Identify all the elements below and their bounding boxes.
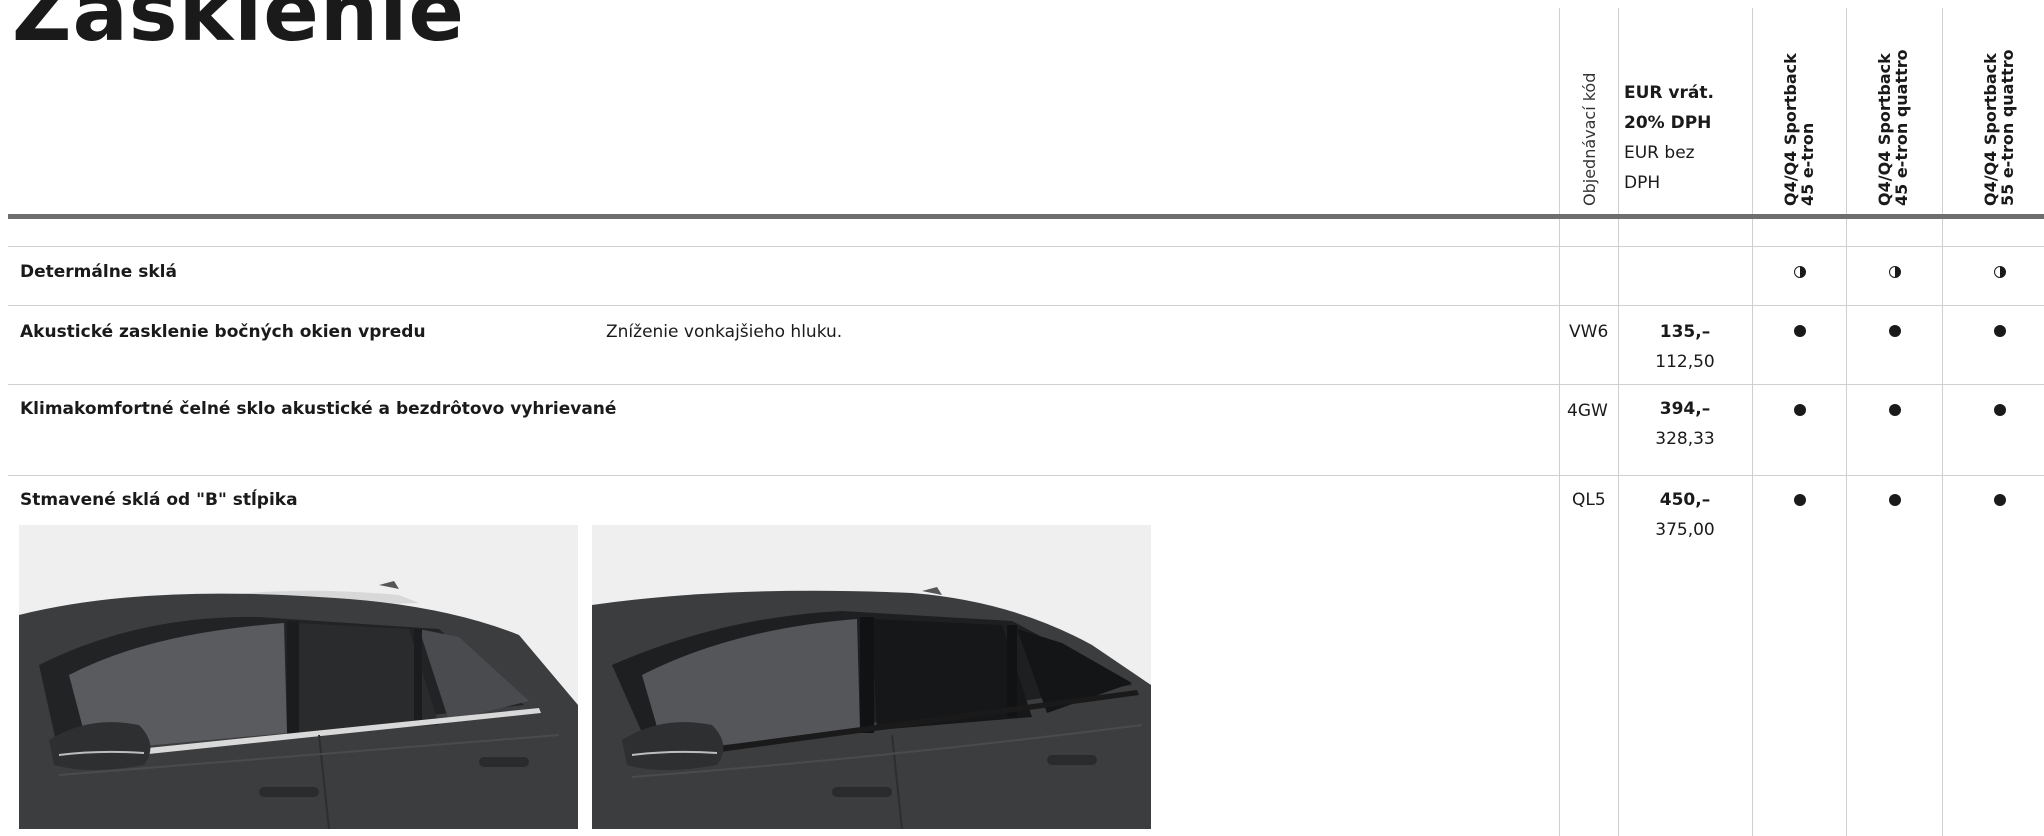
row-description: Zníženie vonkajšieho hluku. [606,322,843,342]
availability-standard-icon [1790,322,1810,342]
header-rule [8,214,2044,219]
model-header-1: Q4/Q4 Sportback 45 e-tron [1781,53,1817,206]
availability-optional-icon [1990,263,2010,283]
availability-standard-icon [1790,401,1810,421]
price-incl-label-2: 20% DPH [1624,113,1712,133]
row-divider [8,246,2044,247]
row-divider [8,475,2044,476]
model-header-3: Q4/Q4 Sportback 55 e-tron quattro [1981,49,2017,206]
availability-standard-icon [1990,401,2010,421]
availability-standard-icon [1885,401,1905,421]
availability-standard-icon [1990,322,2010,342]
price-cell: 394,– 328,33 [1640,394,1730,454]
price-excl-label-1: EUR bez [1624,143,1695,163]
divider [1559,8,1560,836]
price-excl-vat: 328,33 [1655,429,1715,449]
price-cell: 450,– 375,00 [1640,485,1730,545]
price-cell: 135,– 112,50 [1640,317,1730,377]
car-side-clear-glass-photo [19,525,578,829]
row-title: Akustické zasklenie bočných okien vpredu [20,322,426,342]
price-incl-label-1: EUR vrát. [1624,83,1714,103]
price-excl-vat: 112,50 [1655,352,1715,372]
code-column-header: Objednávací kód [1580,72,1599,206]
price-incl-vat: 394,– [1659,399,1711,419]
availability-standard-icon [1885,491,1905,511]
price-excl-vat: 375,00 [1655,520,1715,540]
divider [1942,8,1943,836]
row-divider [8,305,2044,306]
price-incl-vat: 135,– [1659,322,1711,342]
row-title: Determálne sklá [20,262,177,282]
availability-standard-icon [1790,491,1810,511]
availability-optional-icon [1790,263,1810,283]
model-header-2: Q4/Q4 Sportback 45 e-tron quattro [1875,49,1911,206]
car-side-tinted-glass-photo [592,525,1151,829]
order-code: QL5 [1572,490,1606,510]
divider [1846,8,1847,836]
page-title: Zasklenie [12,0,465,60]
divider [1618,8,1619,836]
order-code: VW6 [1569,322,1609,342]
price-incl-vat: 450,– [1659,490,1711,510]
row-divider [8,384,2044,385]
row-title: Klimakomfortné čelné sklo akustické a be… [20,399,617,419]
availability-optional-icon [1885,263,1905,283]
divider [1752,8,1753,836]
order-code: 4GW [1567,401,1608,421]
availability-standard-icon [1885,322,1905,342]
price-excl-label-2: DPH [1624,173,1661,193]
row-title: Stmavené sklá od "B" stĺpika [20,490,298,510]
price-column-header: EUR vrát. 20% DPH EUR bez DPH [1624,78,1714,198]
availability-standard-icon [1990,491,2010,511]
